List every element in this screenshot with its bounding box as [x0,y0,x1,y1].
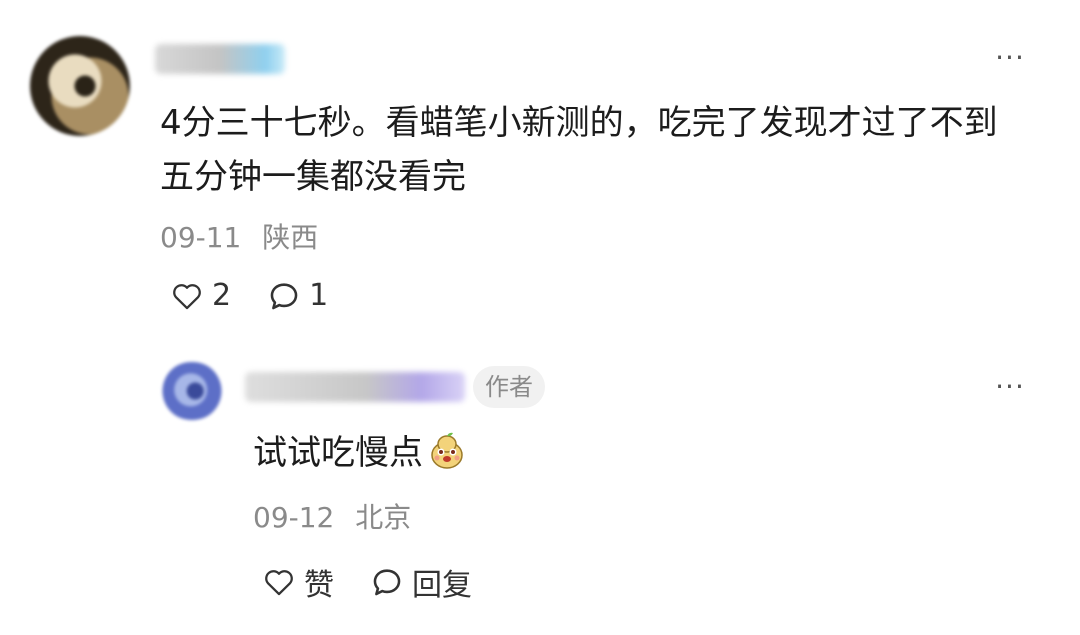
comment-actions: 2 1 [170,278,364,313]
reply-button[interactable]: 1 [267,278,328,313]
comment-bubble-icon [270,282,298,309]
reply-username-blurred[interactable] [245,372,465,402]
reply-like-label: 赞 [304,568,334,603]
pear-face-emoji [427,430,467,470]
like-button[interactable]: 2 [170,278,231,313]
reply-more-options-icon[interactable]: ··· [990,373,1030,401]
reply-actions: 赞 回复 [262,560,508,604]
reply-text: 试试吃慢点 [253,433,423,473]
comment-item: ··· 4分三十七秒。看蜡笔小新测的，吃完了发现才过了不到五分钟一集都没看完 0… [0,0,1080,340]
reply-reply-button[interactable]: 回复 [370,560,472,604]
reply-location: 北京 [355,501,412,534]
like-count: 2 [212,278,232,313]
reply-like-button[interactable]: 赞 [262,560,334,604]
comment-bubble-icon [373,569,401,596]
avatar[interactable] [30,36,130,136]
comment-text: 4分三十七秒。看蜡笔小新测的，吃完了发现才过了不到五分钟一集都没看完 [160,103,998,197]
comment-location: 陕西 [262,221,319,254]
reply-reply-label: 回复 [412,568,472,603]
username-blurred[interactable] [155,44,285,74]
heart-outline-icon [173,283,201,309]
comment-date: 09-11 [160,221,242,254]
reply-count: 1 [309,278,329,313]
reply-meta: 09-12 北京 [253,500,411,536]
reply-text-row: 试试吃慢点 [253,426,1013,480]
heart-outline-icon [265,570,293,596]
reply-date: 09-12 [253,501,335,534]
reply-avatar[interactable] [160,362,224,420]
comment-meta: 09-11 陕西 [160,220,318,256]
author-badge: 作者 [473,366,545,408]
more-options-icon[interactable]: ··· [990,44,1030,72]
